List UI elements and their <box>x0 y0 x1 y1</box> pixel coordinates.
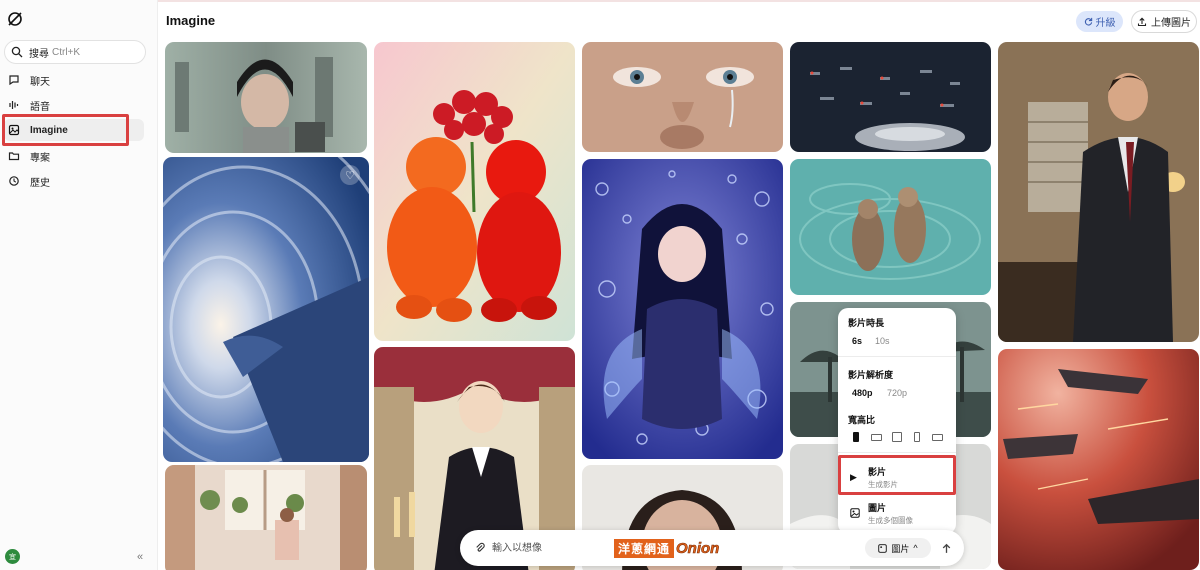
divider <box>838 452 956 453</box>
gallery-image-otters[interactable] <box>790 159 991 295</box>
upload-icon <box>1137 17 1147 26</box>
resolution-option-480p[interactable]: 480p <box>852 388 873 398</box>
mode-video-subtitle: 生成影片 <box>868 479 898 489</box>
sidebar: 搜尋 Ctrl+K 聊天 語音 Imagine 專案 歷史 宜 « <box>0 0 158 570</box>
watermark-en: Onion <box>676 539 720 557</box>
page-title: Imagine <box>166 13 216 28</box>
upload-image-button[interactable]: 上傳圖片 <box>1131 10 1197 33</box>
gallery-image-crying-face[interactable] <box>582 42 783 152</box>
chevron-up-icon: ^ <box>913 543 918 553</box>
sidebar-item-label: 歷史 <box>30 177 50 189</box>
duration-option-6s[interactable]: 6s <box>852 336 862 346</box>
mode-select-button[interactable]: 圖片 ^ <box>865 538 931 558</box>
aspect-option-2-3[interactable] <box>914 432 920 442</box>
mode-image-subtitle: 生成多個圖像 <box>868 515 913 525</box>
watermark-cn: 洋蔥網通 <box>614 538 675 558</box>
gallery-image-spiral-tunnel[interactable] <box>163 157 369 462</box>
avatar[interactable]: 宜 <box>5 549 20 564</box>
collapse-sidebar-icon[interactable]: « <box>133 550 147 564</box>
resolution-option-720p[interactable]: 720p <box>887 388 907 398</box>
gallery-image-space-fleet[interactable] <box>790 42 991 152</box>
upload-label: 上傳圖片 <box>1151 18 1191 29</box>
aspect-option-3-2[interactable] <box>932 434 943 441</box>
mode-select-label: 圖片 <box>891 543 910 554</box>
sidebar-item-label: Imagine <box>30 124 68 136</box>
chat-icon <box>9 75 19 86</box>
gallery-image-living-room[interactable] <box>165 465 367 570</box>
gallery-image-spaceships-red[interactable] <box>998 349 1199 570</box>
gallery-image-cyborg-woman[interactable] <box>165 42 367 153</box>
aspect-option-1-1[interactable] <box>892 432 902 442</box>
mode-image-title: 圖片 <box>868 502 887 513</box>
image-icon <box>878 543 888 553</box>
gallery-image-businessman[interactable] <box>998 42 1199 342</box>
arrow-up-icon <box>942 543 950 553</box>
history-icon <box>9 176 19 186</box>
sidebar-item-history[interactable]: 歷史 <box>4 170 144 192</box>
divider <box>838 356 956 357</box>
video-resolution-label: 影片解析度 <box>848 370 894 380</box>
search-icon <box>11 46 23 58</box>
folder-icon <box>8 152 20 161</box>
gallery-image-gummy-bears[interactable] <box>374 42 575 341</box>
search-shortcut: Ctrl+K <box>52 46 81 58</box>
image-icon <box>850 508 860 518</box>
grok-logo-icon[interactable] <box>6 10 24 28</box>
voice-icon <box>9 101 19 109</box>
video-duration-label: 影片時長 <box>848 318 885 328</box>
mode-option-image[interactable]: 圖片 生成多個圖像 <box>844 496 950 530</box>
sidebar-item-label: 聊天 <box>30 76 50 88</box>
play-icon: ▶ <box>850 472 857 482</box>
upgrade-label: 升級 <box>1095 18 1116 29</box>
attach-icon[interactable] <box>474 542 486 554</box>
sidebar-item-voice[interactable]: 語音 <box>4 94 144 116</box>
aspect-option-9-16[interactable] <box>853 432 859 442</box>
aspect-option-16-9[interactable] <box>871 434 882 441</box>
favorite-heart-icon[interactable]: ♡ <box>340 165 360 185</box>
duration-option-10s[interactable]: 10s <box>875 336 890 346</box>
gallery-image-anime-bubbles-girl[interactable] <box>582 159 783 459</box>
upgrade-button[interactable]: 升級 <box>1076 11 1123 32</box>
mode-option-video[interactable]: ▶ 影片 生成影片 <box>844 460 950 494</box>
send-button[interactable] <box>936 538 956 558</box>
sidebar-item-projects[interactable]: 專案 <box>4 145 144 167</box>
mode-video-title: 影片 <box>868 466 887 477</box>
watermark-logo: 洋蔥網通 Onion <box>614 538 740 558</box>
sidebar-item-label: 專案 <box>30 152 50 164</box>
sidebar-item-imagine[interactable]: Imagine <box>4 119 144 141</box>
sidebar-item-label: 語音 <box>30 101 50 113</box>
aspect-ratio-label: 寬高比 <box>848 415 876 425</box>
refresh-icon <box>1084 17 1092 26</box>
search-label: 搜尋 <box>29 48 49 60</box>
top-accent-line <box>0 0 1200 2</box>
imagine-icon <box>8 124 20 136</box>
search-input[interactable]: 搜尋 Ctrl+K <box>4 40 146 64</box>
generation-settings-popup: 影片時長 6s 10s 影片解析度 480p 720p 寬高比 ▶ 影片 生成影… <box>838 308 956 534</box>
sidebar-item-chat[interactable]: 聊天 <box>4 69 144 91</box>
